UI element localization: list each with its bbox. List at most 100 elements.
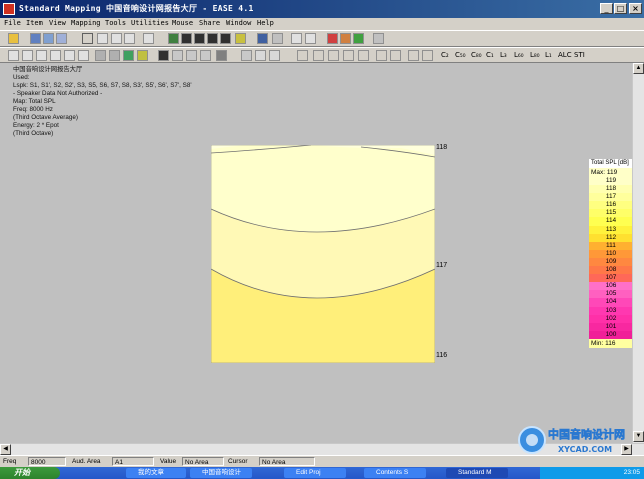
menu-window[interactable]: Window [226,19,251,27]
speaker-green-icon[interactable] [353,33,364,44]
map-color-icon[interactable] [123,50,134,61]
arrow-left-icon[interactable] [181,33,192,44]
status-freq-label: Freq [3,458,17,465]
app-icon[interactable] [3,3,15,15]
spl-legend: Total SPL [dB] Max: 119 119 118 117 116 115 1… [589,159,635,348]
crosshair-icon[interactable] [313,50,324,61]
zoom-out-icon[interactable] [124,33,135,44]
area-2-icon[interactable] [269,50,280,61]
table-icon[interactable] [109,50,120,61]
legend-cell: 114 [589,217,633,226]
sound-icon[interactable] [216,50,227,61]
light-icon[interactable] [235,33,246,44]
speaker-right-icon[interactable] [172,50,183,61]
ray-icon[interactable] [328,50,339,61]
minimize-button[interactable]: _ [600,3,613,14]
start-button[interactable]: 开始 [0,467,60,479]
ray-3-icon[interactable] [358,50,369,61]
globe-icon[interactable] [390,50,401,61]
task-xycad[interactable]: 中国音响设计 [190,468,252,478]
sum-icon[interactable] [422,50,433,61]
open-folder-icon[interactable] [8,33,19,44]
c1-button[interactable]: C₁ [486,51,494,59]
grid-map-icon[interactable] [8,50,19,61]
task-edit-proj[interactable]: Edit Proj [284,468,346,478]
view-mode-icon[interactable] [257,33,268,44]
area-icon[interactable] [255,50,266,61]
edit-project-icon[interactable] [43,33,54,44]
menu-help[interactable]: Help [257,19,274,27]
c-index-button[interactable]: C₂ [441,51,449,59]
room-icon[interactable] [56,33,67,44]
legend-cell: 116 [589,201,633,210]
status-value-label: Value [160,458,177,465]
grid-map-5-icon[interactable] [64,50,75,61]
scroll-left-icon[interactable]: ◀ [0,444,11,455]
contour-label-middle: 117 [436,262,448,269]
arrow-up-icon[interactable] [194,33,205,44]
grid-map-3-icon[interactable] [36,50,47,61]
menu-file[interactable]: File [4,19,21,27]
project-icon[interactable] [30,33,41,44]
grid-map-6-icon[interactable] [78,50,89,61]
c50-button[interactable]: C₅₀ [455,51,466,59]
menu-mapping[interactable]: Mapping [71,19,101,27]
map-legend-icon[interactable] [137,50,148,61]
menu-tools[interactable]: Tools [105,19,126,27]
grid-map-4-icon[interactable] [50,50,61,61]
menu-utilities[interactable]: Utilities [131,19,169,27]
measure-icon[interactable] [291,33,302,44]
ray-2-icon[interactable] [343,50,354,61]
c80-button[interactable]: C₈₀ [471,51,482,59]
l60-button[interactable]: L₆₀ [514,51,524,59]
alc-button[interactable]: ALC [558,51,572,59]
watermark-logo: 中国音响设计网 XYCAD.COM [518,426,625,454]
task-contents[interactable]: Contents S [364,468,426,478]
zoom-in-icon[interactable] [111,33,122,44]
watermark-url: XYCAD.COM [558,445,612,454]
speaker-orange-icon[interactable] [340,33,351,44]
arrow-down-icon[interactable] [207,33,218,44]
exclamation-icon[interactable] [297,50,308,61]
menu-item[interactable]: Item [26,19,43,27]
grid-icon[interactable] [272,33,283,44]
speaker-3-icon[interactable] [186,50,197,61]
status-value-value: No Area [182,457,224,466]
menu-bar: File Item View Mapping Tools Utilities M… [0,18,644,30]
move-icon[interactable] [97,33,108,44]
fit-view-icon[interactable] [143,33,154,44]
task-standard-mapping[interactable]: Standard M [446,468,508,478]
speaker-red-icon[interactable] [327,33,338,44]
info-energy: Energy: 2 * Epot [13,122,59,129]
chair-icon[interactable] [241,50,252,61]
speaker-4-icon[interactable] [200,50,211,61]
copy-icon[interactable] [305,33,316,44]
task-articles[interactable]: 我的文章 [126,468,186,478]
info-freq: Freq: 8000 Hz [13,106,53,113]
spl-contour-map[interactable] [211,145,435,363]
pointer-icon[interactable] [82,33,93,44]
vertical-scrollbar[interactable]: ▲ ▼ [632,63,644,443]
legend-cell: 113 [589,225,633,234]
grid-map-2-icon[interactable] [22,50,33,61]
sti-button[interactable]: STI [574,51,585,59]
menu-view[interactable]: View [49,19,66,27]
l-index-button[interactable]: L₃ [500,51,507,59]
scroll-up-icon[interactable]: ▲ [633,63,644,74]
chart-icon[interactable] [95,50,106,61]
l1-button[interactable]: L₁ [545,51,552,59]
render-icon[interactable] [168,33,179,44]
info-speakers: Lspk: S1, S1', S2, S2', S3, S5, S6, S7, … [13,82,192,89]
arrow-right-icon[interactable] [220,33,231,44]
tilde-icon[interactable] [408,50,419,61]
legend-cell: 103 [589,306,633,315]
info-octave: (Third Octave) [13,130,54,137]
close-button[interactable]: × [629,3,642,14]
phase-icon[interactable] [376,50,387,61]
menu-share[interactable]: Share [199,19,220,27]
speaker-left-icon[interactable] [158,50,169,61]
maximize-button[interactable]: □ [614,3,627,14]
l80-button[interactable]: L₈₀ [530,51,540,59]
menu-mouse[interactable]: Mouse [172,19,193,27]
car-icon[interactable] [373,33,384,44]
